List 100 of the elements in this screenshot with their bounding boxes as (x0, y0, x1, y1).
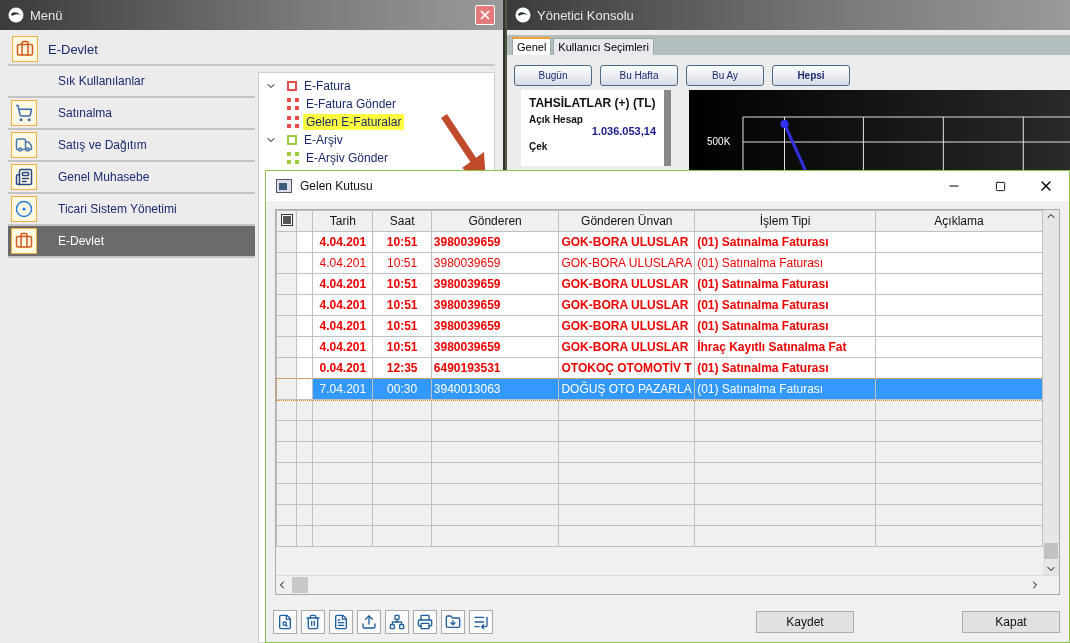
search-document-icon (277, 614, 293, 630)
table-cell: GOK-BORA ULUSLAR (558, 231, 695, 253)
toolbar-button[interactable] (469, 610, 493, 634)
window-icon (276, 179, 292, 193)
cart-icon (15, 104, 33, 122)
summary-title: TAHSİLATLAR (+) (TL) (529, 96, 656, 110)
menu-item[interactable]: Satış ve Dağıtım (8, 130, 255, 162)
period-button[interactable]: Bu Hafta (600, 65, 678, 86)
table-cell: 3980039659 (431, 315, 559, 337)
printer-icon (417, 614, 433, 630)
toolbar-button[interactable] (329, 610, 353, 634)
table-cell: 10:51 (373, 231, 432, 253)
period-button[interactable]: Bugün (514, 65, 592, 86)
table-cell: İhraç Kayıtlı Satınalma Fat (694, 336, 876, 358)
table-cell: 10:51 (373, 273, 432, 295)
table-cell: 10:51 (373, 336, 432, 358)
maximize-icon (994, 180, 1006, 192)
table-cell: 3980039659 (431, 294, 559, 316)
table-cell: GOK-BORA ULUSLAR (558, 273, 695, 295)
table-cell: 7.04.201 (312, 378, 373, 400)
menu-item[interactable]: Satınalma (8, 98, 255, 130)
tree-item[interactable]: E-Arşiv Gönder (303, 150, 392, 166)
table-cell: 00:30 (373, 378, 432, 400)
menu-item[interactable]: Ticari Sistem Yönetimi (8, 194, 255, 226)
truck-icon (15, 136, 33, 154)
tree-item[interactable]: E-Fatura Gönder (303, 96, 400, 112)
toolbar-button[interactable] (357, 610, 381, 634)
table-cell: 3940013063 (431, 378, 559, 400)
tree-item[interactable]: Gelen E-Faturalar (303, 114, 405, 130)
table-cell: GOK-BORA ULUSLAR (558, 336, 695, 358)
table-cell: (01) Satınalma Faturası (694, 378, 876, 400)
table-row[interactable]: 0.04.201 12:35 6490193531 OTOKOÇ OTOMOTİV T (01) Satınalma Faturası (276, 357, 1043, 379)
table-row[interactable]: 4.04.201 10:51 3980039659 GOK-BORA ULUSLAR (01) Satınalma Faturası (276, 315, 1043, 337)
table-cell: (01) Satınalma Faturası (694, 294, 876, 316)
column-header[interactable]: İşlem Tipi (694, 210, 876, 232)
close-button[interactable]: Kapat (962, 611, 1060, 633)
tree-item[interactable]: E-Arşiv (301, 132, 346, 148)
table-cell: 10:51 (373, 315, 432, 337)
upload-icon (361, 614, 377, 630)
toolbar-button[interactable] (301, 610, 325, 634)
table-cell: GOK-BORA ULUSLARA (558, 252, 695, 274)
table-cell: 3980039659 (431, 273, 559, 295)
logo-icon (515, 7, 531, 23)
table-cell: 4.04.201 (312, 315, 373, 337)
column-header[interactable]: Saat (373, 210, 432, 232)
table-row[interactable]: 4.04.201 10:51 3980039659 GOK-BORA ULUSLARA (01) Satınalma Faturası (276, 252, 1043, 274)
document-icon (333, 614, 349, 630)
logo-icon (8, 7, 24, 23)
briefcase-icon (16, 40, 34, 58)
column-header[interactable]: Tarih (312, 210, 373, 232)
table-cell: 10:51 (373, 252, 432, 274)
toolbar-button[interactable] (385, 610, 409, 634)
scroll-thumb[interactable] (1044, 543, 1058, 559)
briefcase-icon (15, 232, 33, 250)
table-cell: 4.04.201 (312, 294, 373, 316)
network-icon (389, 614, 405, 630)
window-title: Menü (30, 7, 63, 23)
table-cell: GOK-BORA ULUSLAR (558, 315, 695, 337)
toolbar-button[interactable] (273, 610, 297, 634)
table-row[interactable]: 4.04.201 10:51 3980039659 GOK-BORA ULUSLAR (01) Satınalma Faturası (276, 294, 1043, 316)
scroll-thumb[interactable] (292, 577, 308, 593)
table-cell: 3980039659 (431, 252, 559, 274)
section-title: E-Devlet (48, 41, 98, 57)
table-row[interactable]: 4.04.201 10:51 3980039659 GOK-BORA ULUSLAR (01) Satınalma Faturası (276, 231, 1043, 253)
summary-label: Çek (529, 141, 549, 152)
menu-item[interactable]: E-Devlet (8, 226, 255, 258)
list-icon (473, 614, 489, 630)
vertical-scrollbar[interactable] (1043, 210, 1059, 575)
table-cell: 4.04.201 (312, 252, 373, 274)
table-cell: DOĞUŞ OTO PAZARLA (558, 378, 695, 400)
column-header[interactable]: Gönderen Ünvan (558, 210, 695, 232)
table-cell: 4.04.201 (312, 273, 373, 295)
period-button[interactable]: Bu Ay (686, 65, 764, 86)
table-cell: 4.04.201 (312, 336, 373, 358)
table-cell: 3980039659 (431, 336, 559, 358)
table-cell: 4.04.201 (312, 231, 373, 253)
period-button[interactable]: Hepsi (772, 65, 850, 86)
tab[interactable]: Kullanıcı Seçimleri (553, 38, 654, 55)
save-button[interactable]: Kaydet (756, 611, 854, 633)
menu-item[interactable]: Genel Muhasebe (8, 162, 255, 194)
select-all-checkbox[interactable] (280, 213, 293, 226)
horizontal-scrollbar[interactable] (276, 575, 1059, 594)
close-button[interactable] (475, 5, 495, 25)
summary-label: Açık Hesap (529, 114, 584, 125)
window-title: Yönetici Konsolu (537, 7, 634, 23)
column-header[interactable]: Açıklama (875, 210, 1043, 232)
toolbar-button[interactable] (441, 610, 465, 634)
ring-icon (15, 200, 33, 218)
axis-label: 500K (707, 136, 731, 147)
tab[interactable]: Genel (512, 37, 552, 55)
column-header[interactable]: Gönderen (431, 210, 559, 232)
trash-icon (305, 614, 321, 630)
table-cell: 3980039659 (431, 231, 559, 253)
tree-item[interactable]: E-Fatura (301, 78, 354, 94)
folder-icon (445, 614, 461, 630)
table-row[interactable]: 4.04.201 10:51 3980039659 GOK-BORA ULUSLAR (01) Satınalma Faturası (276, 273, 1043, 295)
table-row[interactable]: 4.04.201 10:51 3980039659 GOK-BORA ULUSLAR İhraç Kayıtlı Satınalma Fat (276, 336, 1043, 358)
toolbar-button[interactable] (413, 610, 437, 634)
window-title: Gelen Kutusu (300, 179, 373, 193)
document-icon (15, 168, 33, 186)
